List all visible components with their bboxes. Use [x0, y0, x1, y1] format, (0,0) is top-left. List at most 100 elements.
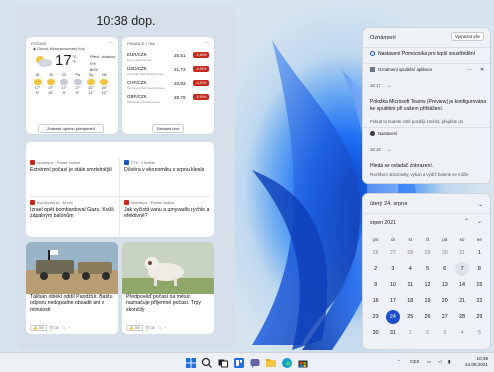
settings-notification-group[interactable]: Nastavení: [370, 131, 397, 137]
calendar-day[interactable]: 4: [402, 262, 419, 276]
calendar-month-label[interactable]: srpen 2021: [370, 220, 396, 226]
more-options-icon[interactable]: ···: [467, 67, 472, 73]
calendar-day[interactable]: 5: [471, 326, 488, 340]
calendar-day[interactable]: 22: [471, 294, 488, 308]
calendar-day[interactable]: 27: [436, 310, 453, 324]
calendar-day[interactable]: 15: [471, 278, 488, 292]
forecast-day[interactable]: Út 17° 9°: [31, 73, 44, 96]
calendar-day[interactable]: 1: [402, 326, 419, 340]
calendar-day[interactable]: 12: [419, 278, 436, 292]
calendar-day[interactable]: 17: [384, 294, 401, 308]
edge-icon[interactable]: [281, 357, 293, 369]
calendar-day[interactable]: 6: [436, 262, 453, 276]
unit-toggle[interactable]: °C °F: [72, 54, 77, 64]
calendar-day[interactable]: 13: [436, 278, 453, 292]
calendar-day[interactable]: 11: [402, 278, 419, 292]
calendar-day[interactable]: 27: [384, 246, 401, 260]
calendar-day[interactable]: 10: [384, 278, 401, 292]
more-options-icon[interactable]: ···: [68, 326, 71, 330]
calendar-day[interactable]: 8: [471, 262, 488, 276]
calendar-day[interactable]: 4: [453, 326, 470, 340]
calendar-day[interactable]: 3: [436, 326, 453, 340]
save-icon[interactable]: ▢: [62, 326, 65, 330]
chevron-down-icon[interactable]: ⌄: [387, 83, 391, 89]
comment-button[interactable]: 💬 38: [146, 326, 155, 330]
like-button[interactable]: 👍 256: [126, 325, 143, 331]
calendar-day[interactable]: 20: [436, 294, 453, 308]
calendar-day[interactable]: 3: [384, 262, 401, 276]
battery-icon[interactable]: ▮: [448, 359, 451, 365]
news-story[interactable]: Novinky.cz · Posled. hodina Extrémní poča…: [30, 160, 116, 173]
calendar-day-selected[interactable]: 24: [385, 310, 400, 324]
save-icon[interactable]: ▢: [158, 326, 161, 330]
teams-startup-message[interactable]: Položka Microsoft Teams (Preview) je kon…: [370, 99, 488, 113]
windows-start-icon[interactable]: [185, 357, 197, 369]
calendar-day[interactable]: 30: [367, 326, 384, 340]
calendar-day[interactable]: 23: [367, 310, 384, 324]
forecast-day[interactable]: So 20° 11°: [85, 73, 98, 96]
finance-more-button[interactable]: Zobrazit více: [152, 124, 184, 133]
volume-icon[interactable]: ◁: [438, 359, 442, 365]
calendar-day[interactable]: 21: [453, 294, 470, 308]
comment-button[interactable]: 💬 38: [50, 326, 59, 330]
news-photo-card-1[interactable]: Tálibán oblékl oddíl Pandžšír. Baštu odp…: [26, 242, 118, 334]
currency-row[interactable]: EUR/CZK Euro Česká koruna 25,51 -0,16%: [127, 52, 209, 62]
calendar-day[interactable]: 29: [471, 310, 488, 324]
calendar-day[interactable]: 31: [453, 246, 470, 260]
file-explorer-icon[interactable]: [265, 357, 277, 369]
next-month-icon[interactable]: ⌄: [477, 218, 482, 225]
forecast-day[interactable]: Ne 20° 12°: [98, 73, 111, 96]
widgets-icon[interactable]: [233, 357, 245, 369]
currency-row[interactable]: CHF/CZK Švýcarský frank Česká koruna 23,83…: [127, 80, 209, 90]
weather-location[interactable]: ◉ Orlová, Moravskoslezský Kraj: [33, 47, 84, 51]
calendar-day[interactable]: 26: [419, 310, 436, 324]
chevron-down-icon[interactable]: ⌄: [387, 147, 391, 153]
show-hidden-icons-icon[interactable]: ⌃: [397, 359, 401, 365]
finance-card[interactable]: FINANCE | Tisk ··· EUR/CZK Euro Česká kor…: [122, 37, 214, 134]
calendar-day[interactable]: 26: [367, 246, 384, 260]
clear-all-button[interactable]: Vymazat vše: [451, 32, 484, 41]
full-forecast-button[interactable]: Zobrazit úplnou předpověď: [38, 124, 104, 133]
calendar-day[interactable]: 25: [402, 310, 419, 324]
close-icon[interactable]: ✕: [480, 67, 484, 73]
store-icon[interactable]: [297, 357, 309, 369]
news-photo-card-2[interactable]: Předpověď počasí na měsíc naznačuje příj…: [122, 242, 214, 334]
like-button[interactable]: 👍 256: [30, 325, 47, 331]
calendar-day[interactable]: 14: [453, 278, 470, 292]
language-indicator[interactable]: CES: [410, 359, 419, 364]
more-options-icon[interactable]: ···: [108, 40, 114, 46]
display-driver-message[interactable]: Hledá se ovladač zobrazení.: [370, 163, 433, 170]
weather-card[interactable]: POČASÍ ··· ◉ Orlová, Moravskoslezský Kra…: [26, 37, 118, 134]
taskbar-clock[interactable]: 10:38 24.08.2021: [465, 356, 488, 368]
news-story[interactable]: ČTK · 1 hodina Důvěra v ekonomiku v srpnu…: [124, 160, 210, 173]
more-options-icon[interactable]: ···: [164, 326, 167, 330]
calendar-day[interactable]: 9: [367, 278, 384, 292]
calendar-day[interactable]: 2: [367, 262, 384, 276]
calendar-day[interactable]: 16: [367, 294, 384, 308]
currency-row[interactable]: USD/CZK Americký dolar Česká koruna 21,73 -…: [127, 66, 209, 76]
more-options-icon[interactable]: ···: [204, 40, 210, 46]
calendar-day[interactable]: 30: [436, 246, 453, 260]
forecast-day[interactable]: Pá 17° 9°: [71, 73, 84, 96]
news-story[interactable]: EuroZprávy.cz · 48 min Izrael opět bombar…: [30, 200, 116, 220]
focus-assist-notification[interactable]: Nastavení Pomocníka pro lepší soustředěn…: [370, 51, 488, 58]
calendar-day[interactable]: 2: [419, 326, 436, 340]
calendar-day[interactable]: 29: [419, 246, 436, 260]
news-story[interactable]: Novinky.cz · Posled. hodina Jak vyčistit …: [124, 200, 210, 220]
calendar-day[interactable]: 19: [419, 294, 436, 308]
calendar-day[interactable]: 1: [471, 246, 488, 260]
previous-month-icon[interactable]: ⌃: [464, 218, 469, 225]
calendar-day[interactable]: 5: [419, 262, 436, 276]
forecast-day[interactable]: St 17° 10°: [44, 73, 57, 96]
network-icon[interactable]: ▭: [427, 359, 431, 365]
task-view-icon[interactable]: [217, 357, 229, 369]
calendar-day[interactable]: 18: [402, 294, 419, 308]
calendar-day[interactable]: 7: [455, 262, 470, 276]
calendar-day[interactable]: 31: [384, 326, 401, 340]
calendar-day[interactable]: 28: [402, 246, 419, 260]
forecast-day[interactable]: Čt 17° 9°: [58, 73, 71, 96]
teams-chat-icon[interactable]: [249, 357, 261, 369]
app-notification-group[interactable]: Oznámení spuštění aplikace: [370, 67, 480, 73]
currency-row[interactable]: GBP/CZK Britská libra Česká koruna 29,79 -0…: [127, 94, 209, 104]
calendar-day[interactable]: 28: [453, 310, 470, 324]
